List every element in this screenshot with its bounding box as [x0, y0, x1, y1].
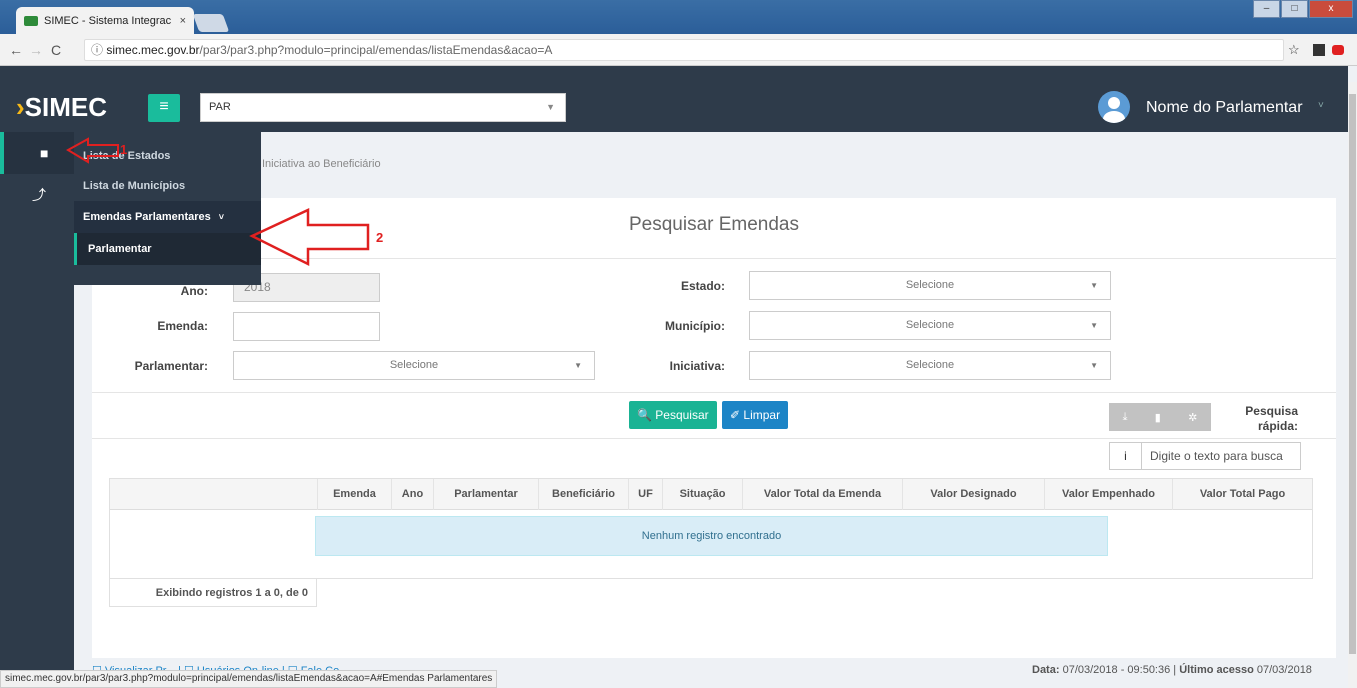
annotation-arrow-2 [249, 208, 370, 267]
annotation-arrow-1 [65, 137, 119, 164]
browser-status-bar: simec.mec.gov.br/par3/par3.php?modulo=pr… [0, 670, 498, 688]
scrollbar-thumb[interactable] [1349, 94, 1356, 654]
annotation-number-1: 1 [120, 142, 128, 157]
annotation-overlay [65, 137, 370, 267]
page-scrollbar[interactable] [1348, 82, 1357, 688]
annotation-number-2: 2 [376, 230, 384, 245]
